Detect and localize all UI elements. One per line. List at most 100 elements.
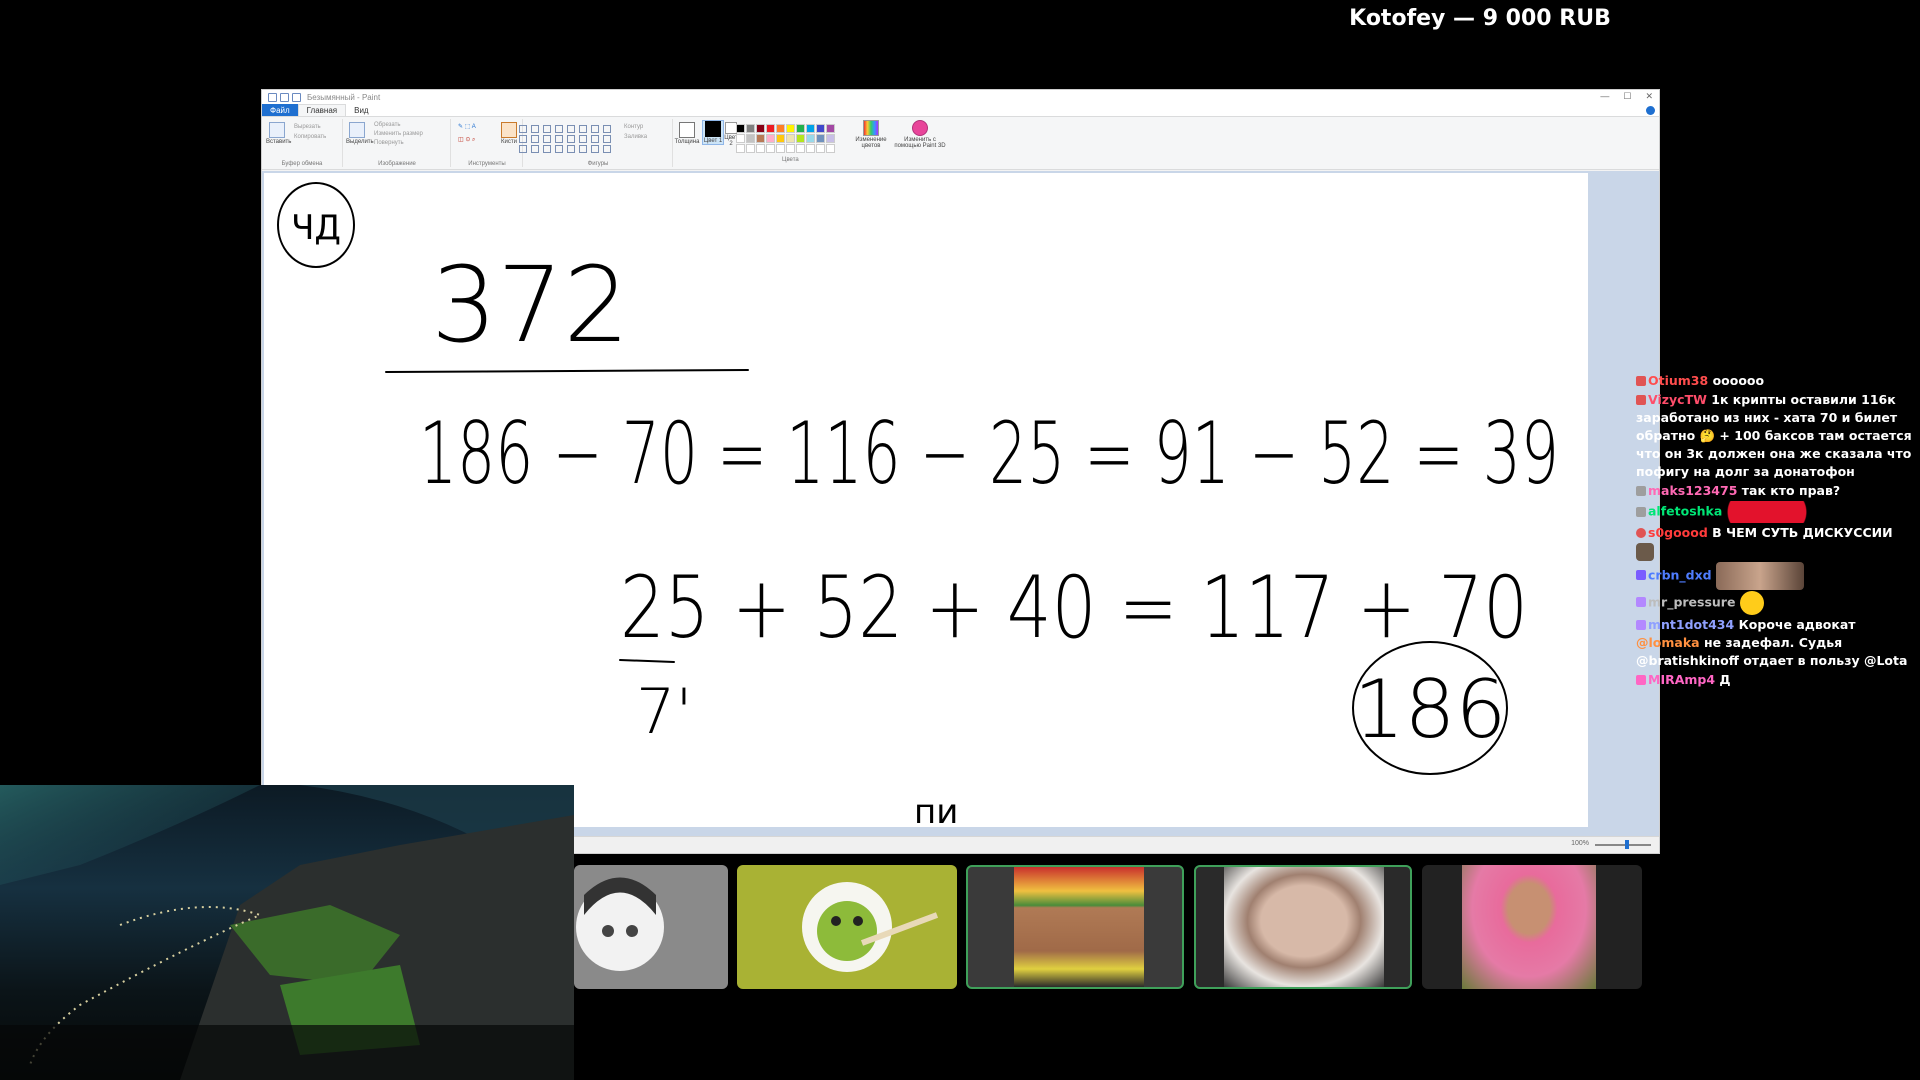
brushes-button[interactable]: Кисти bbox=[498, 122, 520, 145]
edit-colors-button[interactable]: Изменение цветов bbox=[854, 120, 888, 149]
copy-button[interactable]: Копировать bbox=[294, 134, 326, 140]
webcam-participant[interactable] bbox=[1194, 865, 1412, 989]
zoom-level: 100% bbox=[1571, 840, 1589, 847]
chat-user[interactable]: mnt1dot434 bbox=[1648, 617, 1734, 632]
help-icon[interactable] bbox=[1646, 105, 1655, 115]
tab-view[interactable]: Вид bbox=[346, 104, 376, 116]
zoom-slider-thumb[interactable] bbox=[1625, 840, 1629, 849]
chat-text: В ЧЕМ СУТЬ ДИСКУССИИ bbox=[1712, 525, 1893, 540]
image-caption: Изображение bbox=[378, 161, 416, 167]
line-size-icon bbox=[679, 122, 695, 138]
palette-swatch[interactable] bbox=[786, 144, 795, 153]
chat-user[interactable]: crbn_dxd bbox=[1648, 567, 1712, 582]
palette-swatch[interactable] bbox=[796, 144, 805, 153]
sub-badge-icon bbox=[1636, 395, 1646, 405]
zoom-slider[interactable] bbox=[1595, 844, 1651, 846]
webcam-participant[interactable] bbox=[1422, 865, 1642, 989]
emote-image bbox=[1636, 542, 1654, 561]
palette-swatch[interactable] bbox=[736, 124, 745, 133]
palette-swatch[interactable] bbox=[736, 144, 745, 153]
select-button[interactable]: Выделить bbox=[346, 122, 374, 145]
bottom-text: пи bbox=[914, 792, 958, 827]
color-palette[interactable] bbox=[736, 124, 835, 153]
palette-swatch[interactable] bbox=[756, 144, 765, 153]
chat-user[interactable]: MIRAmp4 bbox=[1648, 672, 1715, 687]
redo-icon[interactable] bbox=[292, 92, 301, 102]
outline-button[interactable]: Контур bbox=[624, 124, 643, 130]
undo-icon[interactable] bbox=[280, 92, 289, 102]
size-label: Толщина bbox=[674, 139, 700, 145]
resize-button[interactable]: Изменить размер bbox=[374, 131, 423, 137]
palette-swatch[interactable] bbox=[776, 124, 785, 133]
color1-button[interactable]: Цвет 1 bbox=[702, 120, 724, 145]
palette-swatch[interactable] bbox=[776, 134, 785, 143]
palette-swatch[interactable] bbox=[756, 124, 765, 133]
chat-user[interactable]: VizycTW bbox=[1648, 392, 1707, 407]
palette-swatch[interactable] bbox=[746, 134, 755, 143]
chat-mention[interactable]: @lomaka bbox=[1636, 635, 1700, 650]
chat-user[interactable]: mr_pressure bbox=[1648, 594, 1735, 609]
chat-text: oooooo bbox=[1712, 373, 1765, 388]
paint3d-button[interactable]: Изменить с помощью Paint 3D bbox=[894, 120, 946, 149]
chat-user[interactable]: s0goood bbox=[1648, 525, 1708, 540]
palette-swatch[interactable] bbox=[776, 144, 785, 153]
eraser-icon[interactable]: ◫ ⊙ ⌕ bbox=[458, 136, 475, 144]
palette-swatch[interactable] bbox=[786, 124, 795, 133]
chat-message: mnt1dot434 Короче адвокат @lomaka не зад… bbox=[1636, 616, 1920, 670]
underline-25 bbox=[619, 659, 675, 663]
workspace: ЧД 372 186 − 70 = 116 − 25 = 91 − 52 = 3… bbox=[262, 171, 1659, 837]
webcam-anime-avatar[interactable] bbox=[574, 865, 728, 989]
paste-label: Вставить bbox=[266, 139, 292, 145]
fill-button[interactable]: Заливка bbox=[624, 134, 647, 140]
palette-swatch[interactable] bbox=[826, 144, 835, 153]
size-button[interactable]: Толщина bbox=[674, 122, 700, 145]
palette-swatch[interactable] bbox=[756, 134, 765, 143]
shapes-gallery[interactable] bbox=[519, 125, 613, 153]
shrek-avatar-icon bbox=[802, 882, 939, 972]
webcam-participant[interactable] bbox=[966, 865, 1184, 989]
palette-swatch[interactable] bbox=[766, 124, 775, 133]
close-button[interactable]: ✕ bbox=[1645, 91, 1653, 102]
heart-badge-icon bbox=[1636, 528, 1646, 538]
palette-swatch[interactable] bbox=[766, 144, 775, 153]
participant-video bbox=[1014, 867, 1144, 987]
palette-swatch[interactable] bbox=[746, 144, 755, 153]
palette-swatch[interactable] bbox=[806, 134, 815, 143]
palette-swatch[interactable] bbox=[816, 144, 825, 153]
palette-swatch[interactable] bbox=[796, 124, 805, 133]
color1-label: Цвет 1 bbox=[703, 138, 723, 144]
webcam-shrek-avatar[interactable] bbox=[737, 865, 957, 989]
emoji-icon bbox=[1739, 590, 1764, 615]
circled-result-text: 186 bbox=[1354, 663, 1507, 756]
colors-caption: Цвета bbox=[782, 157, 799, 163]
chat-user[interactable]: Otium38 bbox=[1648, 373, 1708, 388]
palette-swatch[interactable] bbox=[796, 134, 805, 143]
palette-swatch[interactable] bbox=[816, 134, 825, 143]
palette-swatch[interactable] bbox=[736, 134, 745, 143]
tab-file[interactable]: Файл bbox=[262, 104, 298, 116]
palette-swatch[interactable] bbox=[826, 134, 835, 143]
chat-user[interactable]: maks123475 bbox=[1648, 483, 1737, 498]
cut-button[interactable]: Вырезать bbox=[294, 124, 321, 130]
tab-home[interactable]: Главная bbox=[297, 104, 347, 116]
rotate-button[interactable]: Повернуть bbox=[374, 140, 404, 146]
palette-swatch[interactable] bbox=[766, 134, 775, 143]
title-bar: Безымянный - Paint — ☐ ✕ bbox=[262, 90, 1659, 104]
pencil-icon[interactable]: ✎ ⬚ A bbox=[458, 123, 476, 130]
save-icon[interactable] bbox=[268, 92, 277, 102]
palette-swatch[interactable] bbox=[816, 124, 825, 133]
palette-swatch[interactable] bbox=[826, 124, 835, 133]
palette-swatch[interactable] bbox=[806, 124, 815, 133]
crop-button[interactable]: Обрезать bbox=[374, 122, 400, 128]
paste-button[interactable]: Вставить bbox=[266, 122, 292, 145]
drawing-canvas[interactable]: ЧД 372 186 − 70 = 116 − 25 = 91 − 52 = 3… bbox=[264, 173, 1588, 832]
handwriting-svg: ЧД 372 186 − 70 = 116 − 25 = 91 − 52 = 3… bbox=[277, 182, 1559, 832]
palette-swatch[interactable] bbox=[746, 124, 755, 133]
sub-badge-icon bbox=[1636, 570, 1646, 580]
maximize-button[interactable]: ☐ bbox=[1623, 91, 1631, 102]
chat-user[interactable]: alfetoshka bbox=[1648, 504, 1722, 519]
palette-swatch[interactable] bbox=[786, 134, 795, 143]
minimize-button[interactable]: — bbox=[1600, 91, 1609, 102]
chat-text: Короче адвокат bbox=[1738, 616, 1856, 632]
palette-swatch[interactable] bbox=[806, 144, 815, 153]
